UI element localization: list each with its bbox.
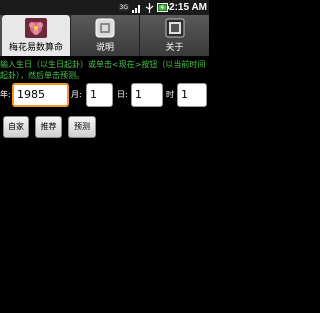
signal-icon — [132, 4, 140, 13]
day-field[interactable]: 1 — [131, 83, 163, 107]
tab-about[interactable]: 关于 — [139, 15, 209, 56]
hour-field[interactable]: 1 — [177, 83, 207, 107]
status-bar: 3G 2:15 AM — [0, 0, 209, 15]
tab-label: 说明 — [95, 43, 114, 53]
year-label: 年: — [0, 90, 11, 99]
recommend-button[interactable]: 推荐 — [35, 116, 62, 138]
month-label: 月: — [71, 90, 82, 99]
status-icons: 3G — [118, 1, 169, 14]
tab-bar: 梅花易数算命 说明 关于 — [0, 15, 209, 56]
tab-meihua[interactable]: 梅花易数算命 — [2, 15, 70, 56]
clock-time: 2:15 AM — [169, 2, 207, 13]
usb-icon — [145, 2, 154, 13]
info-icon — [95, 18, 115, 38]
instruction-text: 输入生日（以生日起卦）或单击<现在>按钮（以当前时间起卦），然后单击预测。 — [0, 60, 206, 80]
year-field[interactable]: 1985 — [12, 83, 69, 107]
self-button[interactable]: 自家 — [3, 116, 29, 138]
predict-button[interactable]: 预测 — [68, 116, 96, 138]
about-icon — [165, 18, 184, 38]
tab-label: 关于 — [165, 43, 184, 53]
month-field[interactable]: 1 — [86, 83, 113, 107]
network-type-label: 3G — [118, 4, 129, 11]
flower-icon — [25, 18, 47, 38]
tab-label: 梅花易数算命 — [8, 43, 63, 53]
birth-form: 年: 1985 月: 1 日: 1 时 1 — [0, 82, 209, 108]
day-label: 日: — [117, 90, 128, 99]
tab-instructions[interactable]: 说明 — [70, 15, 139, 56]
hour-label: 时 — [166, 90, 174, 99]
battery-icon — [157, 3, 169, 12]
